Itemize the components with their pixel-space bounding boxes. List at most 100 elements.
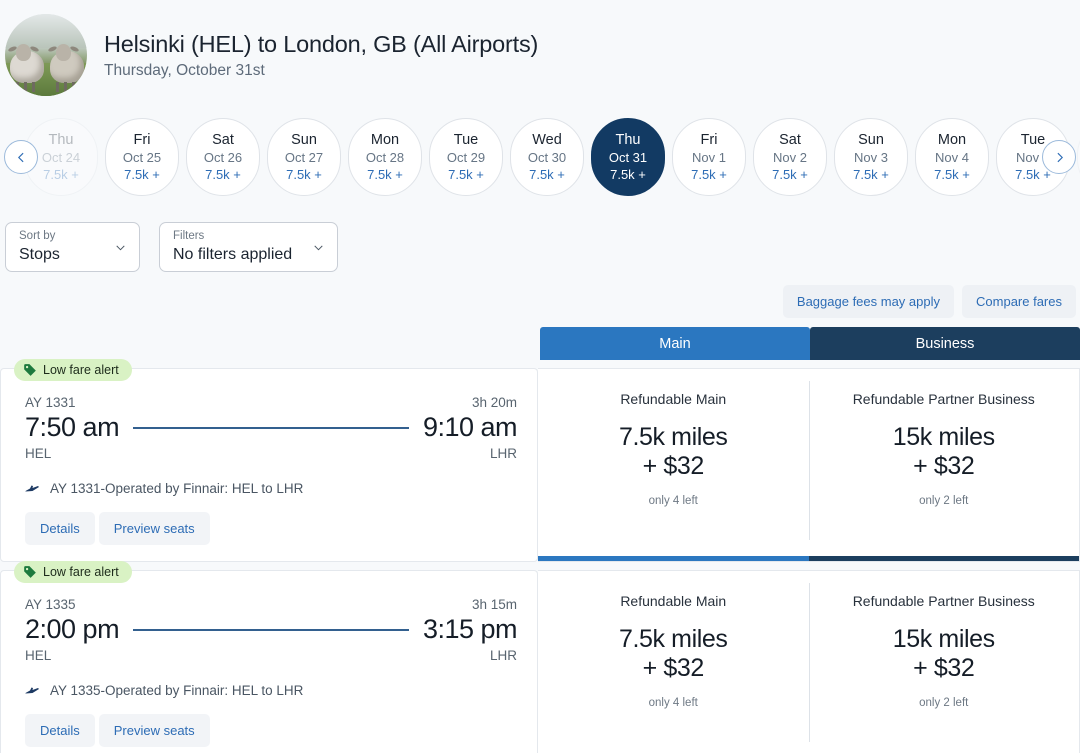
- flight-codes-row: HEL LHR: [25, 648, 517, 663]
- date-pill-price: 7.5k +: [934, 167, 970, 182]
- flight-times-row: 2:00 pm 3:15 pm: [25, 614, 518, 645]
- sheep-right: [50, 43, 84, 92]
- fare-option[interactable]: Refundable Partner Business 15k miles + $3…: [808, 369, 1079, 561]
- date-pill[interactable]: Tue Oct 29 7.5k +: [429, 118, 503, 196]
- date-pill-date: Oct 29: [446, 150, 486, 165]
- chevron-right-icon: [1056, 152, 1063, 162]
- operator-text: AY 1335-Operated by Finnair: HEL to LHR: [50, 683, 304, 698]
- fare-column-header: Main Business: [540, 327, 1080, 360]
- fare-column-business[interactable]: Business: [810, 327, 1080, 360]
- date-pill-date: Nov 4: [935, 150, 969, 165]
- depart-time: 7:50 am: [25, 412, 120, 442]
- date-pill-dow: Tue: [453, 132, 479, 148]
- date-pill[interactable]: Mon Oct 28 7.5k +: [348, 118, 422, 196]
- depart-time: 2:00 pm: [25, 614, 120, 644]
- date-pill-dow: Thu: [48, 132, 74, 148]
- airplane-icon: [25, 485, 39, 492]
- fare-options-pane: Refundable Main 7.5k miles + $32 only 4 lef…: [538, 570, 1080, 753]
- flight-number: AY 1331: [25, 395, 76, 410]
- price-tag-icon: [24, 364, 36, 376]
- page-subtitle: Thursday, October 31st: [104, 61, 265, 79]
- date-pill-date: Oct 28: [365, 150, 405, 165]
- flight-card: Low fare alert AY 1335 3h 15m 2:00 pm 3:15 p…: [0, 561, 1080, 753]
- header-text: Helsinki (HEL) to London, GB (All Airpor…: [104, 31, 538, 80]
- sheep-legs-right: [56, 81, 78, 92]
- date-pill[interactable]: Wed Oct 30 7.5k +: [510, 118, 584, 196]
- date-pill-price: 7.5k +: [124, 167, 160, 182]
- date-pill[interactable]: Sat Oct 26 7.5k +: [186, 118, 260, 196]
- fare-name: Refundable Main: [620, 391, 727, 407]
- fare-options-pane: Refundable Main 7.5k miles + $32 only 4 lef…: [538, 368, 1080, 562]
- operator-row: AY 1335-Operated by Finnair: HEL to LHR: [25, 683, 517, 698]
- date-pill[interactable]: Sun Nov 3 7.5k +: [834, 118, 908, 196]
- carousel-prev-button[interactable]: [4, 140, 38, 174]
- chevron-left-icon: [17, 152, 24, 162]
- flight-codes-row: HEL LHR: [25, 446, 517, 461]
- date-pill[interactable]: Fri Nov 1 7.5k +: [672, 118, 746, 196]
- destination-code: LHR: [489, 446, 517, 461]
- date-pill[interactable]: Sat Nov 2 7.5k +: [753, 118, 827, 196]
- arrive-time: 9:10 am: [422, 412, 518, 442]
- details-button[interactable]: Details: [25, 512, 95, 545]
- sort-by-select[interactable]: Sort by Stops: [5, 222, 140, 272]
- fare-option[interactable]: Refundable Main 7.5k miles + $32 only 4 lef…: [538, 571, 809, 753]
- sheep-head-left: [16, 43, 31, 61]
- flight-duration: 3h 20m: [471, 395, 517, 410]
- fare-seats-left: only 4 left: [648, 495, 698, 507]
- fare-seats-left: only 4 left: [648, 697, 698, 709]
- flight-actions: Details Preview seats: [25, 512, 517, 545]
- fare-name: Refundable Main: [620, 593, 727, 609]
- date-pill[interactable]: Sun Oct 27 7.5k +: [267, 118, 341, 196]
- chevron-down-icon: [314, 245, 323, 250]
- date-pill[interactable]: Thu Oct 31 7.5k +: [591, 118, 665, 196]
- fare-cash: + $32: [642, 452, 705, 480]
- avatar-sky: [5, 14, 87, 49]
- low-fare-alert-badge: Low fare alert: [14, 359, 132, 381]
- route-line: [133, 628, 409, 631]
- date-pill[interactable]: Fri Oct 25 7.5k +: [105, 118, 179, 196]
- sort-by-label: Sort by: [19, 230, 56, 243]
- flight-actions: Details Preview seats: [25, 714, 517, 747]
- flight-times-row: 7:50 am 9:10 am: [25, 412, 518, 443]
- airplane-icon: [25, 687, 39, 694]
- date-pill-dow: Fri: [700, 132, 718, 148]
- date-pill[interactable]: Mon Nov 4 7.5k +: [915, 118, 989, 196]
- date-pill-price: 7.5k +: [367, 167, 403, 182]
- fare-links-row: Baggage fees may apply Compare fares: [0, 272, 1080, 318]
- preview-seats-button[interactable]: Preview seats: [98, 714, 210, 747]
- date-pill-date: Oct 30: [527, 150, 567, 165]
- date-pill-date: Oct 27: [284, 150, 324, 165]
- details-button[interactable]: Details: [25, 714, 95, 747]
- fare-seats-left: only 2 left: [919, 697, 969, 709]
- filters-select[interactable]: Filters No filters applied: [159, 222, 338, 272]
- date-pill-date: Oct 25: [122, 150, 162, 165]
- flight-top-row: AY 1331 3h 20m: [25, 395, 517, 410]
- date-pill-price: 7.5k +: [853, 167, 889, 182]
- preview-seats-button[interactable]: Preview seats: [98, 512, 210, 545]
- route-line: [133, 426, 409, 429]
- filters-label: Filters: [173, 230, 205, 243]
- fare-option[interactable]: Refundable Partner Business 15k miles + $3…: [808, 571, 1080, 753]
- filter-controls: Sort by Stops Filters No filters applied: [0, 202, 1080, 272]
- fare-cash: + $32: [913, 654, 975, 682]
- baggage-fees-button[interactable]: Baggage fees may apply: [782, 285, 955, 318]
- flight-details-pane: AY 1331 3h 20m 7:50 am 9:10 am HEL LHR AY 1331…: [0, 368, 538, 562]
- date-pill-date: Nov 3: [854, 150, 888, 165]
- date-pill-price: 7.5k +: [286, 167, 322, 182]
- date-pill-price: 7.5k +: [448, 167, 484, 182]
- date-pill-date: Nov 1: [692, 150, 726, 165]
- date-pill-price: 7.5k +: [1015, 167, 1051, 182]
- fare-column-main[interactable]: Main: [540, 327, 810, 360]
- date-pill-dow: Mon: [370, 132, 400, 148]
- date-pill-list[interactable]: Thu Oct 24 7.5k + Fri Oct 25 7.5k + Sat Oct 26 7…: [0, 112, 1080, 202]
- date-pill-price: 7.5k +: [691, 167, 727, 182]
- carousel-next-button[interactable]: [1042, 140, 1076, 174]
- results-section: Main Business Low fare alert AY 1331 3h 20…: [0, 327, 1080, 753]
- date-pill-price: 7.5k +: [529, 167, 565, 182]
- flight-number: AY 1335: [25, 597, 76, 612]
- fare-miles: 7.5k miles: [618, 625, 728, 653]
- compare-fares-button[interactable]: Compare fares: [962, 285, 1076, 318]
- date-pill-price: 7.5k +: [772, 167, 808, 182]
- fare-option[interactable]: Refundable Main 7.5k miles + $32 only 4 lef…: [538, 369, 809, 561]
- low-fare-alert-badge: Low fare alert: [14, 561, 132, 583]
